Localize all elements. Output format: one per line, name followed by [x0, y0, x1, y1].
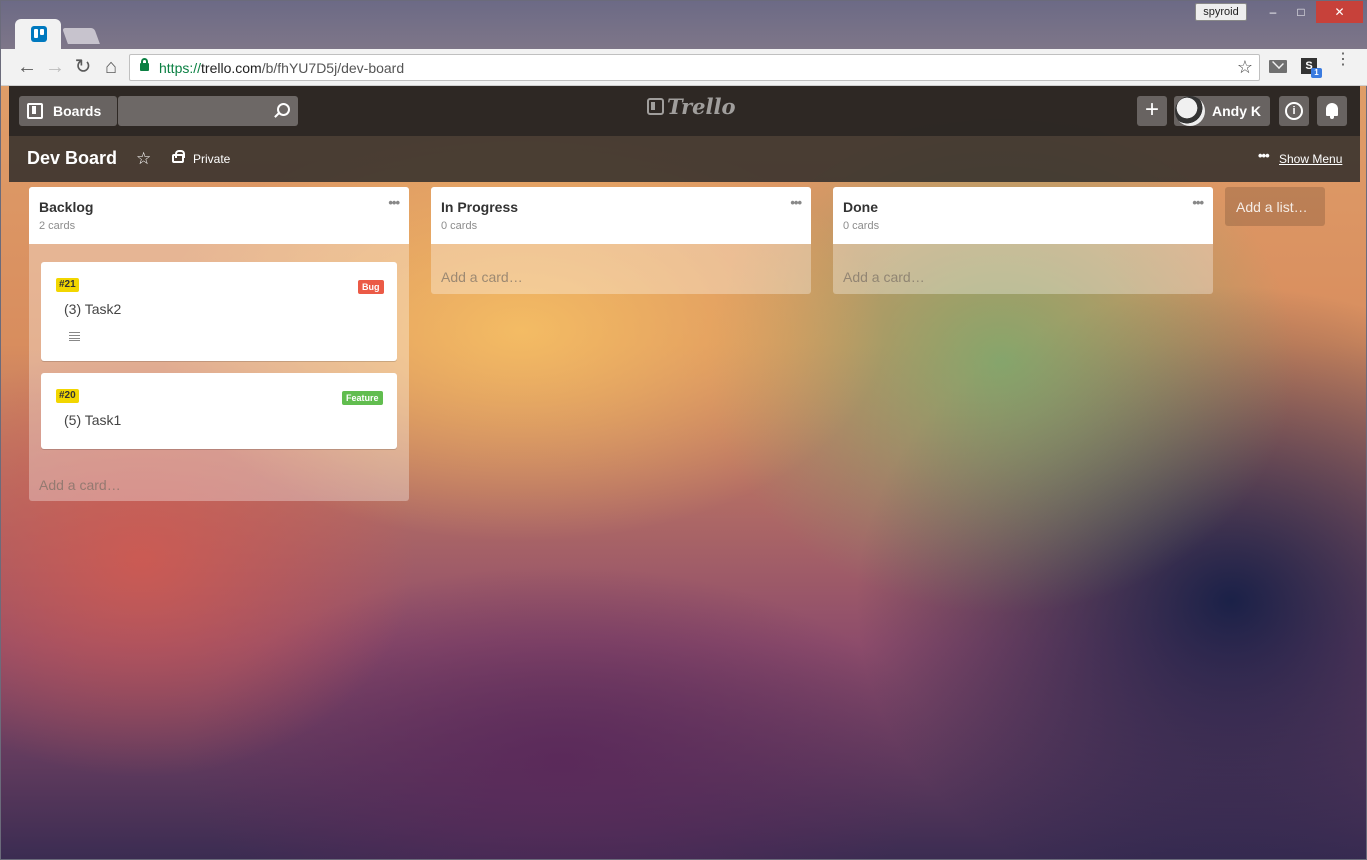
bookmark-star-icon[interactable]: ☆	[1237, 57, 1253, 78]
extension-badge: 1	[1311, 68, 1322, 78]
info-icon: i	[1285, 102, 1303, 120]
list-header[interactable]: In Progress 0 cards •••	[431, 187, 811, 244]
add-button[interactable]: +	[1137, 96, 1167, 126]
minimize-icon[interactable]: –	[1259, 1, 1287, 23]
card-task1[interactable]: #20 Feature (5) Task1	[41, 373, 397, 449]
notifications-button[interactable]	[1317, 96, 1347, 126]
trello-logo[interactable]: Trello	[647, 94, 736, 120]
card-number-badge: #20	[56, 389, 79, 403]
search-icon[interactable]	[277, 103, 290, 116]
extension-s-icon[interactable]: S 1	[1301, 58, 1322, 78]
info-button[interactable]: i	[1279, 96, 1309, 126]
mail-extension-icon[interactable]	[1269, 60, 1287, 73]
trello-logo-icon	[647, 98, 664, 115]
title-bar: spyroid – □ ✕	[1, 1, 1367, 51]
card-task2[interactable]: #21 Bug (3) Task2	[41, 262, 397, 361]
list-menu-icon[interactable]: •••	[790, 195, 802, 210]
tab-trello[interactable]	[15, 19, 61, 51]
windows-user-badge[interactable]: spyroid	[1195, 3, 1247, 21]
visibility-label[interactable]: Private	[193, 152, 230, 166]
bell-icon	[1326, 103, 1338, 119]
card-title: (5) Task1	[64, 412, 122, 428]
trello-header: Boards Trello + Andy K i	[9, 86, 1360, 136]
back-icon[interactable]: ←	[15, 55, 39, 79]
star-icon[interactable]: ☆	[136, 149, 151, 169]
add-card-link[interactable]: Add a card…	[441, 269, 523, 285]
list-title[interactable]: In Progress	[441, 199, 518, 215]
list-backlog: Backlog 2 cards ••• #21 Bug (3) Task2 #2…	[29, 187, 409, 501]
browser-window: spyroid – □ ✕ ← → ↻ ⌂ https://trello.com…	[0, 0, 1367, 860]
close-icon[interactable]: ✕	[1316, 1, 1363, 23]
home-icon[interactable]: ⌂	[99, 55, 123, 79]
address-bar[interactable]: https://trello.com/b/fhYU7D5j/dev-board …	[129, 54, 1260, 81]
more-dots-icon[interactable]: •••	[1258, 148, 1270, 163]
card-title: (3) Task2	[64, 301, 122, 317]
list-card-count: 0 cards	[843, 220, 880, 232]
browser-menu-icon[interactable]: ⋮	[1335, 52, 1351, 68]
forward-icon[interactable]: →	[43, 55, 67, 79]
list-header[interactable]: Backlog 2 cards •••	[29, 187, 409, 244]
add-list-button[interactable]: Add a list…	[1225, 187, 1325, 226]
show-menu-link[interactable]: Show Menu	[1279, 152, 1342, 166]
member-name: Andy K	[1212, 103, 1261, 119]
list-card-count: 0 cards	[441, 220, 478, 232]
browser-toolbar: ← → ↻ ⌂ https://trello.com/b/fhYU7D5j/de…	[1, 49, 1367, 86]
board-header: Dev Board ☆ Private ••• Show Menu	[9, 136, 1360, 182]
url-host: trello.com	[201, 60, 262, 76]
add-card-link[interactable]: Add a card…	[843, 269, 925, 285]
maximize-icon[interactable]: □	[1287, 1, 1315, 23]
trello-logo-text: Trello	[667, 94, 736, 119]
url-path: /b/fhYU7D5j/dev-board	[261, 60, 405, 76]
boards-label: Boards	[53, 103, 102, 119]
search-input[interactable]	[118, 96, 298, 126]
card-number-badge: #21	[56, 278, 79, 292]
reload-icon[interactable]: ↻	[71, 55, 95, 79]
member-menu-button[interactable]: Andy K	[1174, 96, 1270, 126]
url-text[interactable]: https://trello.com/b/fhYU7D5j/dev-board	[159, 60, 404, 76]
description-icon	[69, 332, 80, 341]
trello-favicon-icon	[31, 26, 47, 42]
list-card-count: 2 cards	[39, 220, 76, 232]
boards-icon	[27, 103, 43, 119]
boards-button[interactable]: Boards	[19, 96, 117, 126]
list-header[interactable]: Done 0 cards •••	[833, 187, 1213, 244]
card-label-bug: Bug	[358, 280, 384, 294]
board-title[interactable]: Dev Board	[27, 148, 117, 169]
list-title[interactable]: Done	[843, 199, 878, 215]
list-in-progress: In Progress 0 cards ••• Add a card…	[431, 187, 811, 294]
list-menu-icon[interactable]: •••	[1192, 195, 1204, 210]
avatar	[1175, 96, 1205, 126]
url-scheme: https://	[159, 60, 202, 76]
add-card-link[interactable]: Add a card…	[39, 477, 121, 493]
list-done: Done 0 cards ••• Add a card…	[833, 187, 1213, 294]
list-title[interactable]: Backlog	[39, 199, 93, 215]
secure-lock-icon	[140, 58, 149, 71]
new-tab-button[interactable]	[62, 28, 100, 44]
list-menu-icon[interactable]: •••	[388, 195, 400, 210]
lock-icon[interactable]	[172, 150, 185, 163]
card-label-feature: Feature	[342, 391, 383, 405]
